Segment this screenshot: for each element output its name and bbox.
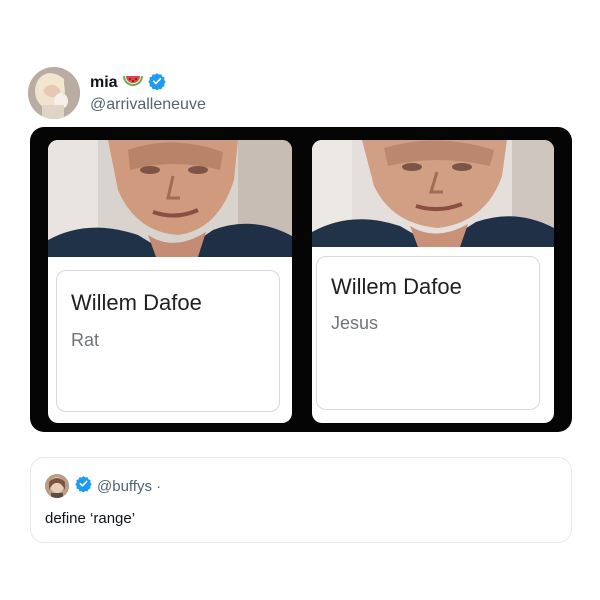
meme-image[interactable]: Willem Dafoe Rat Willem Dafoe Jesus <box>30 127 572 432</box>
avatar[interactable] <box>28 67 80 119</box>
person-name: Willem Dafoe <box>71 290 202 315</box>
quoted-reply[interactable]: @buffys · define ‘range’ <box>30 457 572 543</box>
reply-header: @buffys · <box>45 474 161 498</box>
info-box: Willem Dafoe Rat <box>56 270 280 412</box>
avatar[interactable] <box>45 474 69 498</box>
reply-handle[interactable]: @buffys · <box>97 478 161 495</box>
reply-text: define ‘range’ <box>45 510 136 527</box>
portrait-photo <box>48 140 292 257</box>
portrait-photo <box>312 140 554 247</box>
tweet-screenshot: mia @arrivalleneuve Willem Dafoe Rat Wil… <box>0 0 600 600</box>
display-name[interactable]: mia <box>90 74 118 92</box>
knowledge-card-left: Willem Dafoe Rat <box>48 140 292 423</box>
author-handle[interactable]: @arrivalleneuve <box>90 96 206 114</box>
person-description: Rat <box>71 330 100 350</box>
verified-badge-icon <box>147 72 166 95</box>
info-box: Willem Dafoe Jesus <box>316 256 540 410</box>
person-name: Willem Dafoe <box>331 274 462 299</box>
tweet-header: mia @arrivalleneuve <box>28 66 206 120</box>
watermelon-icon <box>122 73 144 94</box>
person-description: Jesus <box>331 313 379 333</box>
name-row: mia <box>90 72 206 94</box>
author-names: mia @arrivalleneuve <box>90 72 206 114</box>
knowledge-card-right: Willem Dafoe Jesus <box>312 140 554 423</box>
verified-badge-icon <box>75 475 92 497</box>
